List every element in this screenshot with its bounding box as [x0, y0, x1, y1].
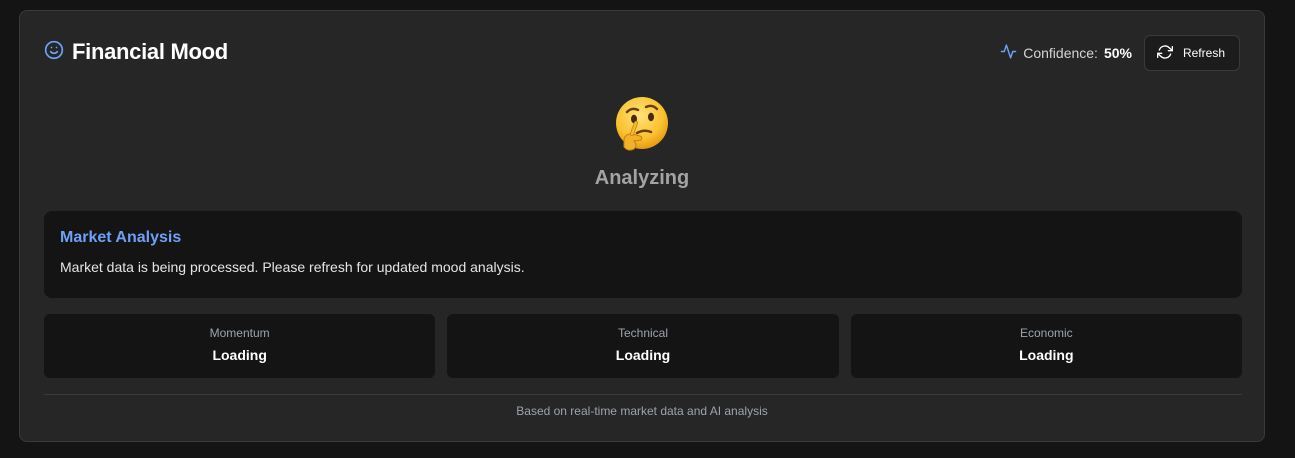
refresh-icon	[1156, 44, 1173, 63]
analysis-title: Market Analysis	[60, 229, 182, 246]
mood-label: Analyzing	[594, 167, 690, 189]
metric-value: Loading	[1019, 347, 1074, 363]
confidence-indicator: Confidence: 50%	[1000, 43, 1132, 63]
metric-momentum: Momentum Loading	[44, 314, 436, 378]
smile-icon	[44, 40, 64, 65]
activity-icon	[1000, 43, 1017, 63]
confidence-value: 50%	[1103, 45, 1132, 61]
divider	[44, 394, 1242, 395]
metric-label: Momentum	[209, 326, 270, 340]
analysis-text: Market data is being processed. Please r…	[60, 259, 525, 275]
mood-display: Analyzing	[20, 95, 1264, 190]
metric-value: Loading	[615, 347, 671, 363]
metric-technical: Technical Loading	[447, 314, 839, 378]
metric-value: Loading	[212, 347, 267, 363]
refresh-label: Refresh	[1182, 46, 1225, 60]
header-title: Financial Mood	[44, 39, 228, 65]
metric-label: Economic	[1019, 326, 1073, 340]
metric-economic: Economic Loading	[850, 314, 1242, 378]
metric-label: Technical	[617, 326, 668, 340]
metrics-row: Momentum Loading Technical Loading Econo…	[44, 314, 1242, 378]
market-analysis-panel: Market Analysis Market data is being pro…	[44, 211, 1242, 298]
footer-note: Based on real-time market data and AI an…	[516, 404, 768, 418]
confidence-label: Confidence:	[1023, 45, 1098, 61]
financial-mood-card: Financial Mood Confidence: 50% Refresh A…	[19, 10, 1265, 442]
page-title: Financial Mood	[72, 39, 228, 64]
header-actions: Confidence: 50% Refresh	[1000, 35, 1240, 71]
thinking-face-icon	[612, 95, 672, 155]
refresh-button[interactable]: Refresh	[1143, 35, 1240, 71]
